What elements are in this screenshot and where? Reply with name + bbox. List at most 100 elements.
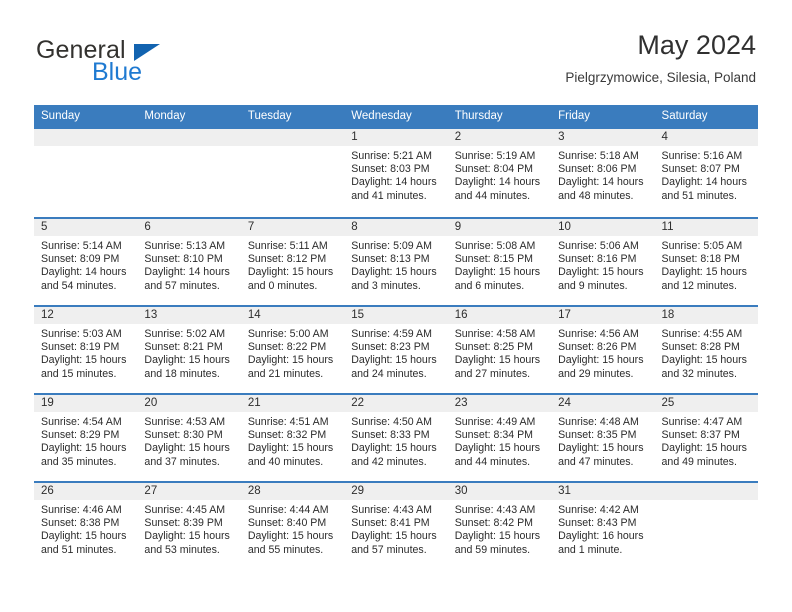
day-number: 26 bbox=[34, 483, 138, 500]
day-cell[interactable]: 30 Sunrise: 4:43 AM Sunset: 8:42 PM Dayligh… bbox=[447, 483, 552, 569]
day-cell[interactable]: 1 Sunrise: 5:21 AM Sunset: 8:03 PM Daylight… bbox=[344, 129, 448, 217]
sunrise-time: Sunrise: 5:03 AM bbox=[41, 328, 122, 340]
daylight-duration-line1: Daylight: 15 hours bbox=[144, 354, 230, 367]
day-details: Sunrise: 4:53 AM Sunset: 8:30 PM Daylight:… bbox=[137, 412, 240, 469]
sunrise-time: Sunrise: 5:13 AM bbox=[144, 240, 226, 252]
calendar-week-row: 12 Sunrise: 5:03 AM Sunset: 8:19 PM Dayligh… bbox=[34, 305, 758, 393]
day-cell[interactable]: 18 Sunrise: 4:55 AM Sunset: 8:28 PM Dayligh… bbox=[654, 307, 758, 393]
daylight-duration-line2: and 37 minutes. bbox=[144, 455, 220, 468]
day-cell[interactable]: 27 Sunrise: 4:45 AM Sunset: 8:39 PM Dayligh… bbox=[137, 483, 241, 569]
daylight-duration-line2: and 54 minutes. bbox=[41, 279, 117, 292]
daylight-duration-line2: and 57 minutes. bbox=[351, 543, 427, 556]
daylight-duration-line1: Daylight: 14 hours bbox=[351, 176, 437, 189]
day-cell[interactable]: 5 Sunrise: 5:14 AM Sunset: 8:09 PM Daylight… bbox=[34, 219, 138, 305]
daylight-duration-line1: Daylight: 15 hours bbox=[454, 530, 541, 543]
day-cell-empty bbox=[137, 129, 241, 217]
day-cell[interactable]: 9 Sunrise: 5:08 AM Sunset: 8:15 PM Daylight… bbox=[447, 219, 552, 305]
day-cell[interactable]: 11 Sunrise: 5:05 AM Sunset: 8:18 PM Dayligh… bbox=[654, 219, 758, 305]
sunrise-time: Sunrise: 5:11 AM bbox=[247, 240, 328, 252]
day-cell[interactable]: 22 Sunrise: 4:50 AM Sunset: 8:33 PM Dayligh… bbox=[344, 395, 448, 481]
sunrise-time: Sunrise: 5:08 AM bbox=[454, 240, 536, 252]
day-cell[interactable]: 2 Sunrise: 5:19 AM Sunset: 8:04 PM Daylight… bbox=[447, 129, 552, 217]
day-cell[interactable]: 13 Sunrise: 5:02 AM Sunset: 8:21 PM Dayligh… bbox=[137, 307, 241, 393]
day-number: 28 bbox=[240, 483, 345, 500]
day-details: Sunrise: 4:42 AM Sunset: 8:43 PM Daylight:… bbox=[551, 500, 654, 557]
day-number bbox=[137, 129, 241, 146]
day-cell[interactable]: 24 Sunrise: 4:48 AM Sunset: 8:35 PM Dayligh… bbox=[551, 395, 655, 481]
day-cell[interactable]: 28 Sunrise: 4:44 AM Sunset: 8:40 PM Dayligh… bbox=[240, 483, 345, 569]
sunset-time: Sunset: 8:12 PM bbox=[247, 253, 327, 266]
daylight-duration-line1: Daylight: 15 hours bbox=[247, 266, 334, 279]
daylight-duration-line2: and 32 minutes. bbox=[661, 367, 737, 380]
day-cell[interactable]: 23 Sunrise: 4:49 AM Sunset: 8:34 PM Dayligh… bbox=[447, 395, 552, 481]
day-number: 11 bbox=[654, 219, 758, 236]
day-cell[interactable]: 17 Sunrise: 4:56 AM Sunset: 8:26 PM Dayligh… bbox=[551, 307, 655, 393]
sunrise-time: Sunrise: 4:50 AM bbox=[351, 416, 432, 428]
day-number: 18 bbox=[654, 307, 758, 324]
day-number: 4 bbox=[654, 129, 758, 146]
day-details: Sunrise: 4:44 AM Sunset: 8:40 PM Daylight:… bbox=[241, 500, 344, 557]
day-details: Sunrise: 4:59 AM Sunset: 8:23 PM Daylight:… bbox=[344, 324, 447, 381]
sunrise-time: Sunrise: 4:43 AM bbox=[351, 504, 432, 516]
day-cell[interactable]: 19 Sunrise: 4:54 AM Sunset: 8:29 PM Dayligh… bbox=[34, 395, 138, 481]
sunset-time: Sunset: 8:39 PM bbox=[144, 517, 223, 530]
sunrise-time: Sunrise: 4:43 AM bbox=[454, 504, 536, 516]
calendar-page: General Blue May 2024 Pielgrzymowice, Si… bbox=[0, 0, 792, 612]
day-number: 12 bbox=[34, 307, 138, 324]
sunrise-time: Sunrise: 4:47 AM bbox=[661, 416, 743, 428]
calendar-week-row: 5 Sunrise: 5:14 AM Sunset: 8:09 PM Daylight… bbox=[34, 217, 758, 305]
weekday-header-tuesday: Tuesday bbox=[247, 110, 292, 122]
day-number: 23 bbox=[447, 395, 552, 412]
daylight-duration-line1: Daylight: 15 hours bbox=[41, 530, 127, 543]
calendar-weeks: 1 Sunrise: 5:21 AM Sunset: 8:03 PM Daylight… bbox=[34, 129, 758, 569]
daylight-duration-line2: and 53 minutes. bbox=[144, 543, 220, 556]
day-number: 16 bbox=[447, 307, 552, 324]
day-details: Sunrise: 5:21 AM Sunset: 8:03 PM Daylight:… bbox=[344, 146, 447, 203]
day-cell[interactable]: 31 Sunrise: 4:42 AM Sunset: 8:43 PM Dayligh… bbox=[551, 483, 655, 569]
day-cell-empty bbox=[240, 129, 345, 217]
day-cell[interactable]: 20 Sunrise: 4:53 AM Sunset: 8:30 PM Dayligh… bbox=[137, 395, 241, 481]
day-cell[interactable]: 25 Sunrise: 4:47 AM Sunset: 8:37 PM Dayligh… bbox=[654, 395, 758, 481]
daylight-duration-line1: Daylight: 15 hours bbox=[144, 530, 230, 543]
day-cell[interactable]: 12 Sunrise: 5:03 AM Sunset: 8:19 PM Dayligh… bbox=[34, 307, 138, 393]
day-cell[interactable]: 14 Sunrise: 5:00 AM Sunset: 8:22 PM Dayligh… bbox=[240, 307, 345, 393]
sunset-time: Sunset: 8:35 PM bbox=[558, 429, 637, 442]
day-number: 1 bbox=[344, 129, 448, 146]
sunrise-time: Sunrise: 5:18 AM bbox=[558, 150, 639, 162]
day-cell[interactable]: 7 Sunrise: 5:11 AM Sunset: 8:12 PM Daylight… bbox=[240, 219, 345, 305]
sunrise-time: Sunrise: 4:44 AM bbox=[247, 504, 329, 516]
day-cell[interactable]: 3 Sunrise: 5:18 AM Sunset: 8:06 PM Daylight… bbox=[551, 129, 655, 217]
daylight-duration-line1: Daylight: 14 hours bbox=[558, 176, 644, 189]
weekday-header-sunday: Sunday bbox=[41, 110, 81, 122]
daylight-duration-line1: Daylight: 15 hours bbox=[351, 530, 437, 543]
day-cell[interactable]: 15 Sunrise: 4:59 AM Sunset: 8:23 PM Dayligh… bbox=[344, 307, 448, 393]
daylight-duration-line1: Daylight: 15 hours bbox=[661, 354, 747, 367]
day-cell[interactable]: 26 Sunrise: 4:46 AM Sunset: 8:38 PM Dayligh… bbox=[34, 483, 138, 569]
day-cell[interactable]: 8 Sunrise: 5:09 AM Sunset: 8:13 PM Daylight… bbox=[344, 219, 448, 305]
daylight-duration-line2: and 49 minutes. bbox=[661, 455, 737, 468]
sunset-time: Sunset: 8:25 PM bbox=[454, 341, 534, 354]
daylight-duration-line1: Daylight: 14 hours bbox=[144, 266, 230, 279]
day-number: 17 bbox=[551, 307, 655, 324]
day-cell[interactable]: 21 Sunrise: 4:51 AM Sunset: 8:32 PM Dayligh… bbox=[240, 395, 345, 481]
general-blue-logo[interactable]: General Blue bbox=[36, 36, 276, 94]
sunrise-time: Sunrise: 4:53 AM bbox=[144, 416, 226, 428]
title-block: May 2024 Pielgrzymowice, Silesia, Poland bbox=[565, 28, 756, 88]
sunrise-time: Sunrise: 5:19 AM bbox=[454, 150, 536, 162]
day-details: Sunrise: 5:19 AM Sunset: 8:04 PM Daylight:… bbox=[448, 146, 551, 203]
day-cell[interactable]: 29 Sunrise: 4:43 AM Sunset: 8:41 PM Dayligh… bbox=[344, 483, 448, 569]
daylight-duration-line2: and 15 minutes. bbox=[41, 367, 117, 380]
daylight-duration-line1: Daylight: 15 hours bbox=[558, 442, 644, 455]
weekday-header-friday: Friday bbox=[558, 110, 591, 122]
day-number: 6 bbox=[137, 219, 241, 236]
sunrise-time: Sunrise: 4:59 AM bbox=[351, 328, 432, 340]
day-details: Sunrise: 5:09 AM Sunset: 8:13 PM Daylight:… bbox=[344, 236, 447, 293]
day-cell[interactable]: 16 Sunrise: 4:58 AM Sunset: 8:25 PM Dayligh… bbox=[447, 307, 552, 393]
day-number bbox=[240, 129, 345, 146]
day-cell[interactable]: 4 Sunrise: 5:16 AM Sunset: 8:07 PM Daylight… bbox=[654, 129, 758, 217]
sunset-time: Sunset: 8:13 PM bbox=[351, 253, 430, 266]
sunrise-time: Sunrise: 4:46 AM bbox=[41, 504, 122, 516]
sunrise-time: Sunrise: 5:16 AM bbox=[661, 150, 743, 162]
day-cell[interactable]: 6 Sunrise: 5:13 AM Sunset: 8:10 PM Daylight… bbox=[137, 219, 241, 305]
day-cell[interactable]: 10 Sunrise: 5:06 AM Sunset: 8:16 PM Dayligh… bbox=[551, 219, 655, 305]
